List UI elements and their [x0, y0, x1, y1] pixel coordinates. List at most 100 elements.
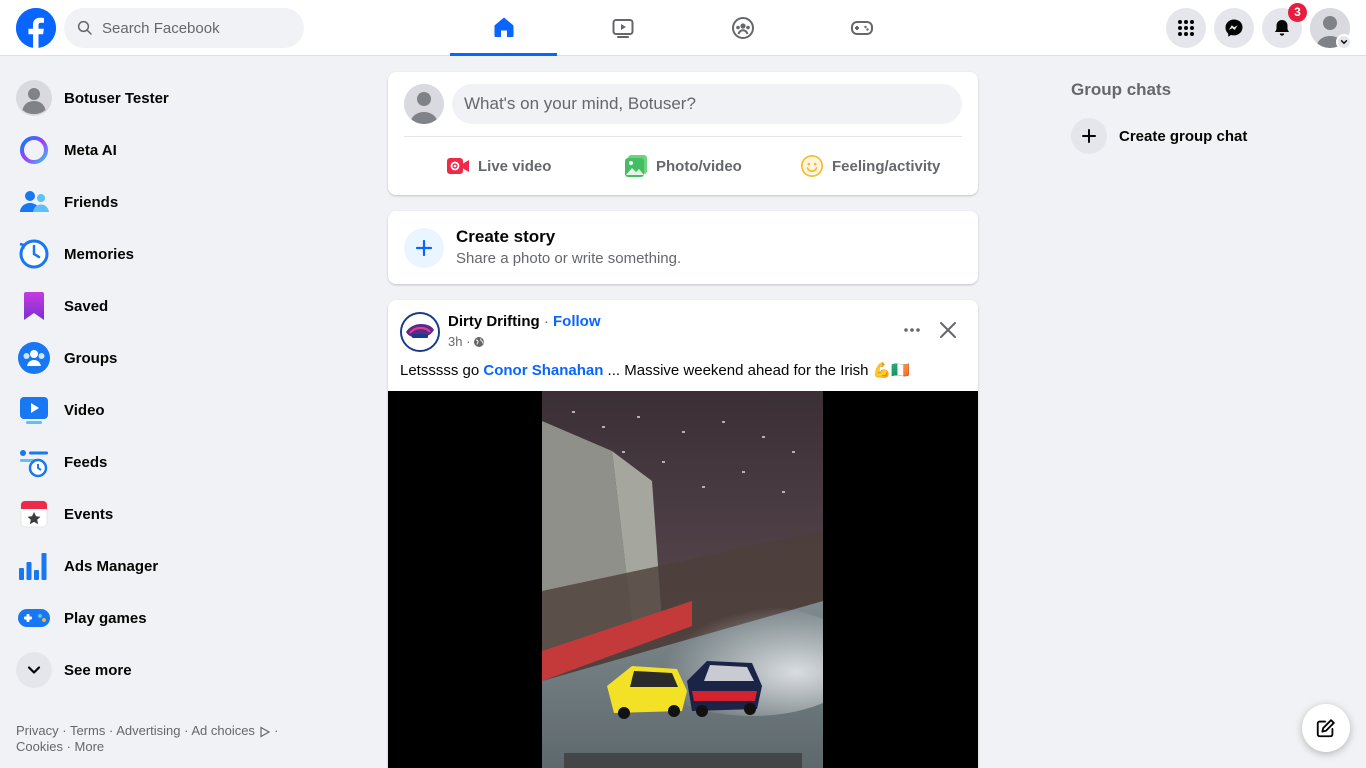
sidebar-item-events[interactable]: Events [8, 488, 352, 540]
tab-groups[interactable] [689, 0, 796, 56]
composer-input[interactable]: What's on your mind, Botuser? [452, 84, 962, 124]
ad-choices-icon [259, 726, 270, 738]
sidebar-item-label: Feeds [64, 453, 108, 471]
create-group-chat-label: Create group chat [1119, 127, 1248, 145]
plus-icon [404, 228, 444, 268]
top-navigation-bar: 3 [0, 0, 1366, 56]
video-icon [16, 392, 52, 428]
messenger-icon [1225, 19, 1243, 37]
create-story-card[interactable]: Create story Share a photo or write some… [388, 211, 978, 284]
post-options-button[interactable] [896, 314, 928, 346]
feeds-icon [16, 444, 52, 480]
avatar [16, 80, 52, 116]
caption-text: Letsssss go [400, 362, 484, 379]
divider [404, 136, 962, 137]
sidebar-item-label: Saved [64, 297, 109, 315]
page-name-link[interactable]: Dirty Drifting [448, 313, 540, 330]
photo-video-button[interactable]: Photo/video [624, 152, 742, 180]
create-story-subtitle: Share a photo or write something. [456, 250, 682, 267]
separator: · [539, 313, 554, 330]
sidebar-item-feeds[interactable]: Feeds [8, 436, 352, 488]
sidebar-item-play-games[interactable]: Play games [8, 592, 352, 644]
post-time[interactable]: 3h [448, 334, 462, 349]
messenger-button[interactable] [1214, 8, 1254, 48]
follow-button[interactable]: Follow [553, 313, 601, 330]
gaming-icon [850, 21, 873, 35]
sidebar-item-groups[interactable]: Groups [8, 332, 352, 384]
groups-icon [16, 340, 52, 376]
photo-icon [625, 155, 647, 177]
globe-icon [474, 336, 485, 347]
new-message-button[interactable] [1302, 704, 1350, 752]
ad-choices-link[interactable]: Ad choices [191, 723, 255, 738]
tab-home[interactable] [450, 0, 557, 56]
privacy-link[interactable]: Privacy [16, 723, 59, 738]
notification-badge: 3 [1288, 3, 1307, 22]
memories-icon [16, 236, 52, 272]
left-sidebar: Botuser Tester Meta AI Friends Memories … [8, 72, 352, 696]
home-icon [494, 17, 513, 37]
mention-link[interactable]: Conor Shanahan [483, 362, 603, 379]
sidebar-item-meta-ai[interactable]: Meta AI [8, 124, 352, 176]
hide-post-button[interactable] [932, 314, 964, 346]
account-caret[interactable] [1336, 34, 1352, 50]
advertising-link[interactable]: Advertising [116, 723, 180, 738]
dirty-drifting-logo-icon [402, 314, 438, 350]
sidebar-item-friends[interactable]: Friends [8, 176, 352, 228]
facebook-logo-icon[interactable] [16, 8, 56, 48]
sidebar-item-label: Friends [64, 193, 119, 211]
close-icon [940, 322, 956, 338]
footer-links: Privacy · Terms · Advertising · Ad choic… [16, 723, 279, 754]
video-icon [612, 19, 633, 38]
sidebar-item-label: Play games [64, 609, 147, 627]
play-games-icon [16, 600, 52, 636]
search-bar[interactable] [64, 8, 304, 48]
live-video-label: Live video [478, 157, 552, 175]
sidebar-item-video[interactable]: Video [8, 384, 352, 436]
cookies-link[interactable]: Cookies [16, 739, 63, 754]
sidebar-see-more[interactable]: See more [8, 644, 352, 696]
search-input[interactable] [102, 19, 292, 37]
saved-icon [16, 288, 52, 324]
sidebar-item-ads-manager[interactable]: Ads Manager [8, 540, 352, 592]
post-header: Dirty Drifting · Follow [448, 313, 601, 330]
tab-video[interactable] [569, 0, 676, 56]
avatar[interactable] [404, 84, 444, 124]
meta-ai-icon [16, 132, 52, 168]
sidebar-item-label: Groups [64, 349, 118, 367]
see-more-label: See more [64, 661, 132, 679]
sidebar-item-memories[interactable]: Memories [8, 228, 352, 280]
live-video-button[interactable]: Live video [446, 152, 551, 180]
search-icon [77, 20, 92, 35]
notifications-button[interactable]: 3 [1262, 3, 1307, 48]
photo-video-label: Photo/video [656, 157, 742, 175]
feeling-activity-label: Feeling/activity [832, 157, 941, 175]
tab-gaming[interactable] [808, 0, 915, 56]
chevron-down-icon [1340, 39, 1348, 45]
plus-icon [1071, 118, 1107, 154]
menu-button[interactable] [1166, 8, 1206, 48]
groups-icon [731, 17, 754, 39]
sidebar-item-profile[interactable]: Botuser Tester [8, 72, 352, 124]
sidebar-item-label: Memories [64, 245, 135, 263]
post-video-player[interactable] [388, 391, 978, 768]
feeling-activity-button[interactable]: Feeling/activity [800, 152, 940, 180]
terms-link[interactable]: Terms [70, 723, 105, 738]
events-icon [16, 496, 52, 532]
friends-icon [16, 184, 52, 220]
grid-menu-icon [1178, 20, 1194, 36]
create-group-chat-button[interactable]: Create group chat [1071, 116, 1247, 156]
create-story-title: Create story [456, 227, 556, 246]
more-link[interactable]: More [75, 739, 105, 754]
ads-manager-icon [16, 548, 52, 584]
page-avatar[interactable] [400, 312, 440, 352]
sidebar-item-label: Video [64, 401, 105, 419]
post-composer: What's on your mind, Botuser? Live video… [388, 72, 978, 195]
sidebar-item-saved[interactable]: Saved [8, 280, 352, 332]
sidebar-item-label: Botuser Tester [64, 89, 169, 107]
compose-icon [1316, 719, 1335, 738]
live-video-icon [447, 158, 469, 174]
group-chats-heading: Group chats [1071, 80, 1172, 99]
post-meta: 3h · [448, 334, 485, 349]
sidebar-item-label: Events [64, 505, 114, 523]
